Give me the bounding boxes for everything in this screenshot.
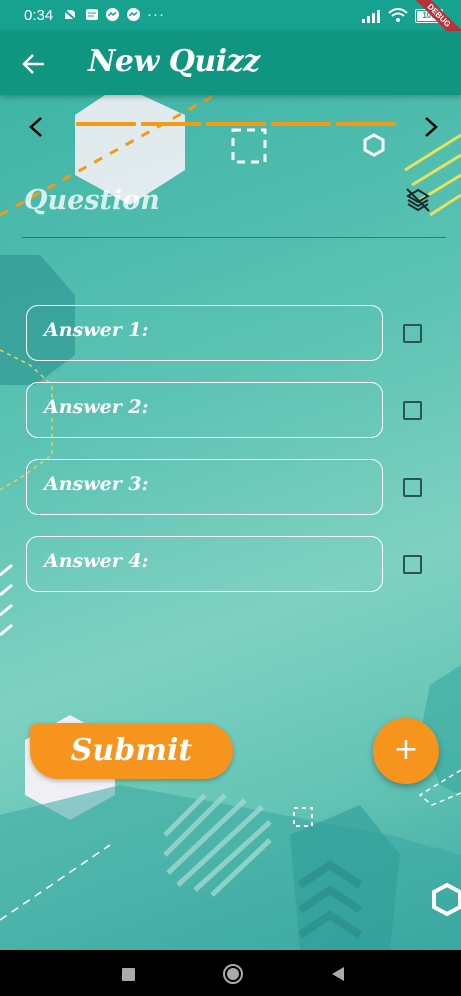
messenger-icon bbox=[127, 8, 140, 21]
background-decoration bbox=[0, 95, 461, 950]
system-navigation-bar bbox=[0, 950, 461, 996]
progress-segment bbox=[76, 122, 136, 126]
answer-field-3[interactable]: Answer 3: bbox=[26, 459, 383, 515]
arrow-left-icon bbox=[22, 54, 44, 74]
answer-label-4: Answer 4: bbox=[44, 550, 149, 572]
app-bar: New Quizz bbox=[0, 31, 461, 95]
signal-icon bbox=[362, 9, 380, 23]
chevron-right-icon bbox=[425, 117, 438, 137]
notification-icons: ··· bbox=[61, 6, 165, 23]
back-nav-button[interactable] bbox=[330, 966, 346, 982]
answer-checkbox-3[interactable] bbox=[403, 478, 422, 497]
chevron-left-icon bbox=[29, 117, 42, 137]
answer-label-3: Answer 3: bbox=[44, 473, 149, 495]
question-underline bbox=[22, 237, 446, 238]
layers-toggle-button[interactable] bbox=[404, 186, 432, 214]
question-input[interactable]: Question bbox=[24, 185, 160, 216]
back-triangle-icon bbox=[332, 967, 344, 981]
answer-label-2: Answer 2: bbox=[44, 396, 149, 418]
more-notifications-icon: ··· bbox=[147, 6, 165, 23]
page-title: New Quizz bbox=[88, 44, 260, 79]
wifi-icon bbox=[388, 8, 408, 22]
messenger-icon bbox=[106, 8, 119, 21]
question-progress bbox=[76, 122, 396, 126]
message-icon bbox=[86, 8, 98, 20]
home-button[interactable] bbox=[222, 963, 244, 985]
progress-segment bbox=[336, 122, 396, 126]
back-button[interactable] bbox=[20, 49, 50, 79]
plus-icon: + bbox=[393, 732, 419, 767]
mute-notification-icon bbox=[62, 7, 78, 22]
answer-checkbox-4[interactable] bbox=[403, 555, 422, 574]
next-question-button[interactable] bbox=[417, 110, 445, 144]
progress-segment bbox=[206, 122, 266, 126]
answer-checkbox-1[interactable] bbox=[403, 324, 422, 343]
progress-segment bbox=[141, 122, 201, 126]
answer-field-4[interactable]: Answer 4: bbox=[26, 536, 383, 592]
status-time: 0:34 bbox=[24, 7, 54, 24]
recent-apps-button[interactable] bbox=[122, 968, 135, 981]
answer-field-1[interactable]: Answer 1: bbox=[26, 305, 383, 361]
answer-field-2[interactable]: Answer 2: bbox=[26, 382, 383, 438]
layers-off-icon bbox=[406, 188, 430, 212]
add-answer-button[interactable]: + bbox=[373, 718, 439, 784]
quiz-editor: Question Answer 1: Answer 2: Answer 3: A… bbox=[0, 95, 461, 950]
progress-segment bbox=[271, 122, 331, 126]
previous-question-button[interactable] bbox=[22, 110, 50, 144]
submit-button[interactable]: Submit bbox=[30, 723, 233, 779]
answer-checkbox-2[interactable] bbox=[403, 401, 422, 420]
status-bar: 0:34 ··· 100 DEBUG bbox=[0, 0, 461, 55]
answer-label-1: Answer 1: bbox=[44, 319, 149, 341]
